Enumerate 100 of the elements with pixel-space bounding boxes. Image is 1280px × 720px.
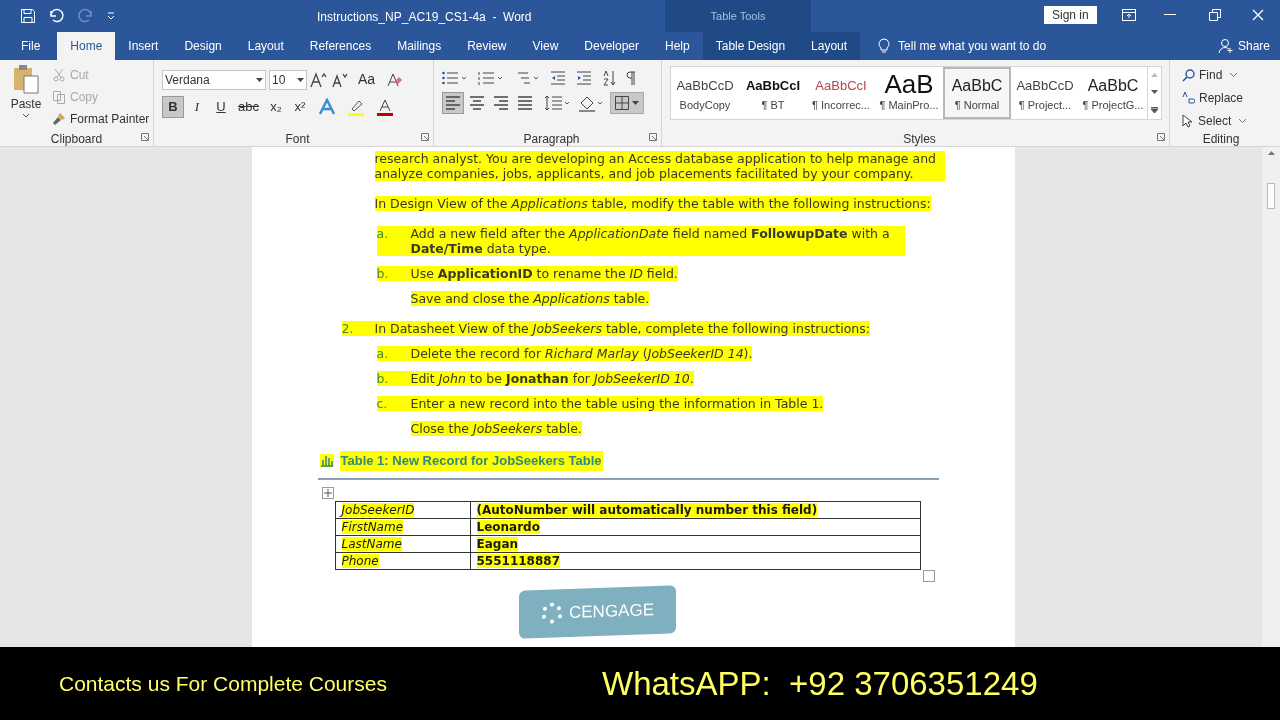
more-icon[interactable] — [1151, 106, 1158, 113]
ribbon-tab[interactable]: Home — [57, 32, 116, 60]
sort-icon[interactable] — [602, 70, 616, 86]
dialog-launcher-icon[interactable] — [141, 133, 149, 141]
text-effects-icon[interactable] — [317, 98, 336, 116]
list-marker: b. — [376, 266, 411, 281]
lightbulb-icon[interactable] — [878, 38, 891, 54]
search-icon[interactable] — [1182, 68, 1195, 82]
ribbon-tab[interactable]: File — [8, 32, 54, 60]
share-button[interactable]: Share — [1237, 37, 1270, 55]
bullets-icon[interactable] — [442, 71, 468, 85]
change-case-button[interactable]: Aa — [358, 69, 376, 90]
logo-text: CENGAGE — [569, 598, 655, 624]
save-icon[interactable] — [20, 8, 36, 24]
ribbon-display-icon[interactable] — [1122, 9, 1136, 21]
paste-button[interactable]: Paste — [10, 95, 42, 113]
shading-icon[interactable] — [578, 94, 604, 112]
format-button[interactable]: U — [210, 96, 232, 118]
style-gallery-item[interactable]: AaBbCcD ¶ Project... — [1011, 67, 1079, 119]
paragraph-text: Enter a new record into the table using the information in Table 1. — [410, 396, 824, 411]
window-title: Instructions_NP_AC19_CS1-4a - Word — [317, 9, 532, 26]
decrease-indent-icon[interactable] — [550, 71, 566, 85]
dialog-launcher-icon[interactable] — [649, 133, 657, 141]
group-label: Editing — [1202, 131, 1240, 146]
style-gallery-item[interactable]: AaBbCcI ¶ Incorrec... — [807, 67, 875, 119]
table-icon — [319, 454, 334, 468]
table-cell: Leonardo — [476, 519, 540, 534]
banner-text: Contacts us For Complete Courses — [59, 670, 388, 697]
table-resize-handle[interactable] — [922, 569, 935, 582]
undo-icon[interactable] — [48, 8, 66, 24]
highlighter-icon[interactable] — [346, 98, 365, 116]
ribbon-tab[interactable]: Help — [652, 32, 703, 60]
minimize-icon[interactable] — [1164, 14, 1176, 16]
banner-text: WhatsAPP: +92 3706351249 — [602, 663, 1038, 704]
cursor-icon[interactable] — [1182, 114, 1194, 128]
scroll-up-icon[interactable] — [1267, 151, 1275, 155]
paragraph-text: Use ApplicationID to rename the ID field. — [410, 266, 678, 281]
list-marker: a. — [376, 226, 411, 256]
format-button[interactable]: x² — [288, 96, 311, 118]
paragraph-text: In Design View of the Applications table, modify the table with the following instructions: — [374, 196, 931, 211]
paste-icon[interactable] — [12, 64, 40, 94]
table-cell: (AutoNumber will automatically number this field) — [476, 502, 818, 517]
align-button[interactable] — [442, 92, 464, 114]
paragraph-text: Delete the record for Richard Marlay (JobSeekerID 14). — [410, 346, 753, 361]
list-marker: b. — [376, 371, 411, 386]
select-button[interactable]: Select — [1198, 112, 1232, 130]
vertical-scrollbar[interactable] — [1262, 147, 1280, 647]
ribbon-tab[interactable]: Insert — [115, 32, 172, 60]
font-color-icon[interactable] — [375, 98, 394, 116]
ribbon-tab[interactable]: Layout — [234, 32, 297, 60]
increase-indent-icon[interactable] — [576, 71, 592, 85]
font-name-field[interactable]: Verdana — [162, 69, 266, 90]
customize-icon[interactable] — [106, 11, 116, 21]
shrink-font-icon[interactable] — [331, 71, 349, 88]
paragraph-text: Save and close the Applications table. — [410, 291, 650, 306]
ribbon-tab[interactable]: Design — [171, 32, 235, 60]
list-marker: 2. — [341, 321, 375, 336]
close-icon[interactable] — [1252, 9, 1264, 21]
font-size-field[interactable]: 10 — [269, 69, 307, 90]
caret-icon[interactable] — [297, 77, 304, 82]
format-painter-button[interactable]: Format Painter — [70, 110, 150, 128]
format-button[interactable]: I — [186, 96, 208, 118]
style-gallery-item[interactable]: AaBbC ¶ Normal — [943, 67, 1011, 119]
replace-button[interactable]: Replace — [1199, 89, 1244, 107]
ribbon-tab[interactable]: View — [519, 32, 572, 60]
scroll-down-icon[interactable] — [1151, 90, 1158, 94]
borders-button[interactable] — [610, 92, 644, 114]
style-gallery-item[interactable]: AaBbCcD BodyCopy — [671, 67, 739, 119]
tell-me-field[interactable]: Tell me what you want to do — [898, 37, 1047, 55]
line-spacing-icon[interactable] — [544, 94, 570, 112]
paintbrush-icon[interactable] — [52, 112, 66, 126]
ribbon-tab[interactable]: Mailings — [384, 32, 455, 60]
dialog-launcher-icon[interactable] — [421, 133, 429, 141]
caret-icon[interactable] — [22, 113, 30, 119]
sign-in-button[interactable]: Sign in — [1044, 6, 1097, 24]
ribbon-tab[interactable]: Developer — [571, 32, 652, 60]
replace-icon[interactable] — [1182, 91, 1195, 105]
ribbon-tab[interactable]: Table Design — [702, 32, 799, 60]
grow-font-icon[interactable] — [310, 71, 328, 88]
format-button[interactable]: abc — [234, 96, 263, 118]
paragraph-text: Add a new field after the ApplicationDate field named FollowupDate with a Date/Time data type. — [410, 226, 905, 256]
caret-icon[interactable] — [256, 77, 263, 82]
format-button[interactable]: x₂ — [264, 96, 287, 118]
style-gallery-item[interactable]: AaBbCcI ¶ BT — [739, 67, 807, 119]
scrollbar-thumb[interactable] — [1267, 183, 1275, 209]
table-cell: FirstName — [341, 519, 404, 534]
clear-formatting-icon[interactable] — [386, 71, 403, 88]
person-icon[interactable] — [1217, 38, 1234, 54]
group-label: Clipboard — [50, 131, 103, 146]
style-gallery-item[interactable]: AaB ¶ MainPro... — [875, 67, 943, 119]
dialog-launcher-icon[interactable] — [1157, 133, 1165, 141]
ribbon-tab[interactable]: Review — [454, 32, 520, 60]
pilcrow-icon[interactable] — [626, 71, 636, 85]
style-gallery-item[interactable]: AaBbC ¶ ProjectG... — [1079, 67, 1147, 119]
ribbon-tab[interactable]: Layout — [798, 32, 861, 60]
ribbon-tab[interactable]: References — [296, 32, 385, 60]
find-button[interactable]: Find — [1199, 66, 1223, 84]
table-move-handle-icon[interactable] — [321, 486, 334, 499]
format-button[interactable]: B — [162, 96, 184, 118]
restore-icon[interactable] — [1209, 9, 1221, 21]
